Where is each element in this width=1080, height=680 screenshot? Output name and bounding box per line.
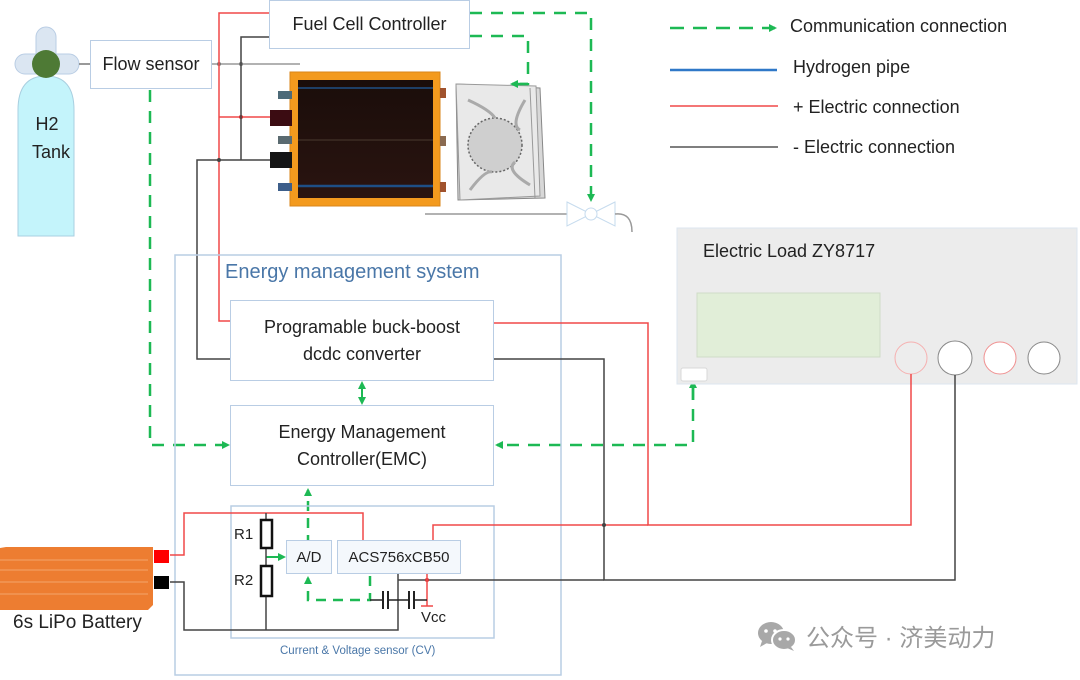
dcdc-label-line2: dcdc converter bbox=[302, 343, 422, 364]
legend-negative-label: - Electric connection bbox=[793, 137, 956, 157]
load-terminal-positive-1[interactable] bbox=[894, 341, 928, 375]
emc-box: Energy Management Controller(EMC) bbox=[230, 405, 494, 486]
flow-sensor-label: Flow sensor bbox=[102, 54, 200, 74]
purge-valve-icon bbox=[566, 201, 616, 227]
ad-label: A/D bbox=[296, 548, 322, 566]
load-terminal-negative-1[interactable] bbox=[937, 340, 973, 376]
watermark: 公众号 · 济美动力 bbox=[756, 618, 995, 653]
fuel-cell-controller-box: Fuel Cell Controller bbox=[269, 0, 470, 49]
r1-label: R1 bbox=[234, 526, 254, 543]
battery-label: 6s LiPo Battery bbox=[13, 612, 142, 633]
vcc-label: Vcc bbox=[421, 609, 447, 626]
current-sensor-label: ACS756xCB50 bbox=[348, 548, 450, 566]
legend-hydrogen-label: Hydrogen pipe bbox=[793, 57, 911, 77]
cv-sensor-title: Current & Voltage sensor (CV) bbox=[280, 645, 436, 657]
legend-positive-label: + Electric connection bbox=[793, 97, 960, 117]
emc-label-line1: Energy Management bbox=[278, 421, 446, 442]
emc-label-line2: Controller(EMC) bbox=[296, 448, 428, 469]
current-sensor-box: ACS756xCB50 bbox=[337, 540, 461, 574]
legend-communication-label: Communication connection bbox=[790, 16, 1008, 36]
resistor-r2-icon bbox=[259, 564, 274, 598]
dcdc-converter-box: Programable buck-boost dcdc converter bbox=[230, 300, 494, 381]
load-display bbox=[696, 292, 881, 358]
load-terminal-negative-2[interactable] bbox=[1027, 341, 1061, 375]
resistor-r1-icon bbox=[259, 518, 274, 550]
electric-load-label: Electric Load ZY8717 bbox=[703, 241, 876, 261]
battery-positive-terminal bbox=[154, 550, 169, 563]
legend bbox=[670, 24, 778, 148]
r2-label: R2 bbox=[234, 572, 254, 589]
dcdc-label-line1: Programable buck-boost bbox=[263, 316, 461, 337]
ems-title: Energy management system bbox=[225, 261, 480, 283]
h2-tank-label: H2 Tank bbox=[32, 110, 71, 166]
load-comm-port[interactable] bbox=[680, 367, 708, 382]
battery-negative-terminal bbox=[154, 576, 169, 589]
fuel-cell-controller-label: Fuel Cell Controller bbox=[292, 14, 447, 34]
h2-tank-label-line2: Tank bbox=[32, 142, 71, 162]
flow-sensor-box: Flow sensor bbox=[90, 40, 212, 89]
cooling-fan bbox=[455, 83, 546, 201]
fuel-cell-stack bbox=[270, 71, 446, 207]
lipo-battery bbox=[0, 547, 169, 610]
ad-converter-box: A/D bbox=[286, 540, 332, 574]
load-terminal-positive-2[interactable] bbox=[983, 341, 1017, 375]
wechat-icon bbox=[758, 621, 797, 651]
h2-tank-label-line1: H2 bbox=[35, 114, 59, 134]
watermark-text: 公众号 · 济美动力 bbox=[806, 625, 996, 652]
tank-valve-icon bbox=[32, 50, 60, 78]
